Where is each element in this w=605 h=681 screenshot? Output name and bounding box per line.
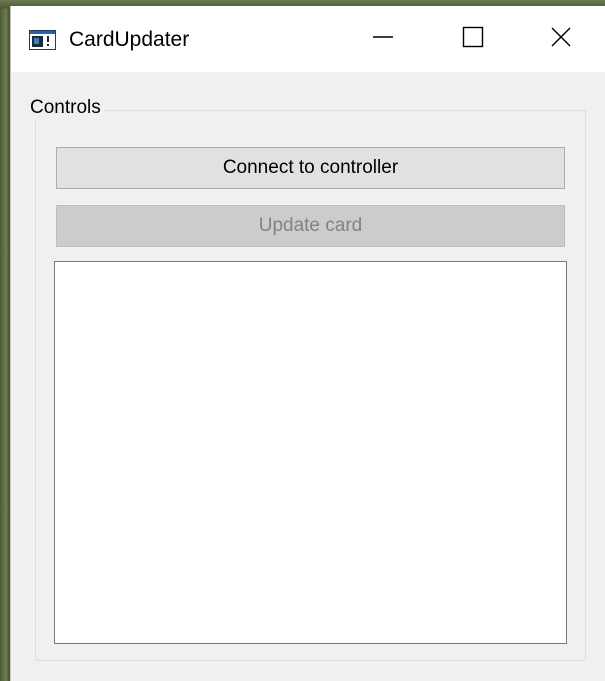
- title-bar[interactable]: CardUpdater: [11, 6, 605, 72]
- minimize-icon: [372, 26, 394, 53]
- app-window: CardUpdater Controls Connect to controll…: [10, 6, 605, 681]
- window-title: CardUpdater: [69, 28, 190, 51]
- app-window-icon[interactable]: [29, 30, 56, 50]
- close-icon: [550, 26, 572, 53]
- log-textbox[interactable]: [54, 261, 567, 644]
- close-button[interactable]: [516, 6, 605, 72]
- connect-button[interactable]: Connect to controller: [56, 147, 565, 189]
- update-card-button[interactable]: Update card: [56, 205, 565, 247]
- client-area: Controls Connect to controller Update ca…: [11, 72, 605, 681]
- minimize-button[interactable]: [338, 6, 428, 72]
- maximize-button[interactable]: [428, 6, 518, 72]
- maximize-icon: [462, 26, 484, 53]
- controls-group-title: Controls: [27, 96, 104, 120]
